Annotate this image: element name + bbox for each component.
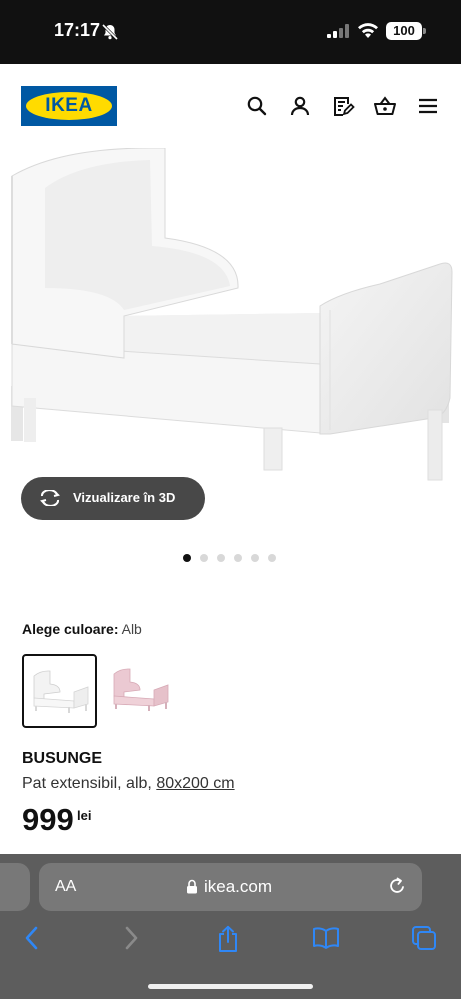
user-icon[interactable] — [288, 94, 312, 118]
home-indicator[interactable] — [148, 984, 313, 989]
white-bed-thumbnail — [33, 670, 89, 713]
forward-icon[interactable] — [121, 925, 141, 951]
product-description: Pat extensibil, alb, 80x200 cm — [22, 775, 235, 793]
share-icon[interactable] — [216, 925, 240, 953]
url-text[interactable]: ikea.com — [204, 877, 272, 897]
basket-icon[interactable] — [373, 94, 397, 118]
back-icon[interactable] — [22, 925, 42, 951]
signal-icon — [327, 24, 349, 38]
product-price: 999 — [22, 802, 74, 837]
previous-tab-bar[interactable] — [0, 863, 30, 911]
carousel-dot[interactable] — [217, 554, 225, 562]
ikea-logo[interactable]: IKEA — [21, 86, 117, 126]
shopping-list-icon[interactable] — [331, 94, 355, 118]
view-3d-label: Vizualizare în 3D — [73, 490, 176, 505]
product-name: BUSUNGE — [22, 750, 103, 767]
carousel-dot[interactable] — [268, 554, 276, 562]
product-description-text: Pat extensibil, alb, — [22, 775, 152, 792]
product-image[interactable] — [0, 148, 461, 483]
view-3d-button[interactable]: Vizualizare în 3D — [21, 477, 205, 520]
bell-slash-icon — [101, 23, 119, 41]
carousel-dot[interactable] — [183, 554, 191, 562]
color-choice-label: Alege culoare: Alb — [22, 621, 142, 637]
status-bar: 17:17 100 — [0, 0, 461, 64]
wifi-icon — [358, 23, 378, 38]
carousel-dot[interactable] — [200, 554, 208, 562]
lock-icon — [187, 879, 197, 894]
search-icon[interactable] — [245, 94, 269, 118]
pink-bed-thumbnail — [113, 668, 169, 711]
menu-icon[interactable] — [416, 94, 440, 118]
price-currency: lei — [77, 808, 92, 823]
tabs-icon[interactable] — [411, 925, 437, 951]
battery-tip — [423, 28, 426, 34]
logo-text: IKEA — [45, 95, 93, 116]
carousel-dot[interactable] — [234, 554, 242, 562]
color-swatch-white[interactable] — [22, 654, 97, 728]
battery-icon: 100 — [386, 22, 422, 40]
address-bar[interactable]: AA ikea.com — [39, 863, 422, 911]
rotate-3d-icon — [40, 490, 60, 506]
reload-icon[interactable] — [387, 876, 407, 896]
bookmarks-icon[interactable] — [312, 925, 340, 951]
color-swatch-pink[interactable] — [104, 654, 179, 728]
product-size-link[interactable]: 80x200 cm — [156, 775, 234, 792]
status-time: 17:17 — [54, 20, 101, 40]
carousel-dot[interactable] — [251, 554, 259, 562]
reader-aa-button[interactable]: AA — [55, 878, 76, 896]
color-choice-title: Alege culoare: — [22, 621, 119, 637]
color-choice-value: Alb — [121, 621, 142, 637]
